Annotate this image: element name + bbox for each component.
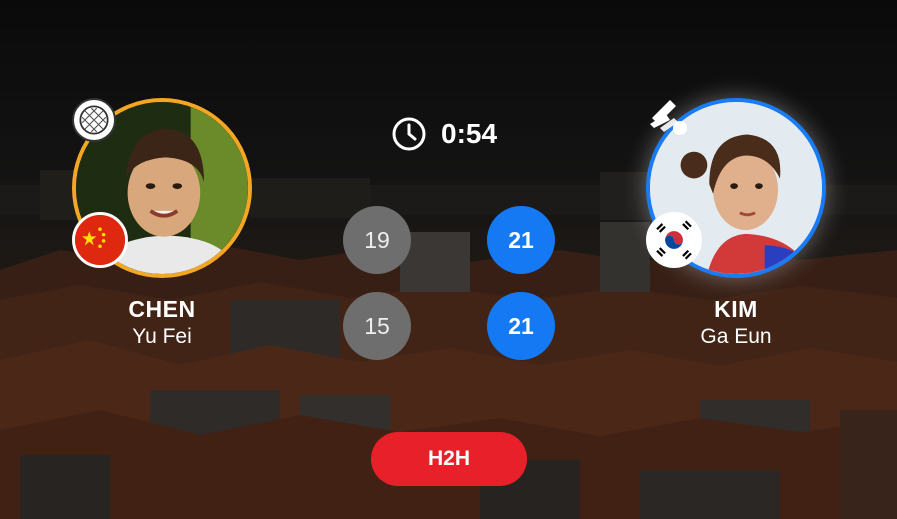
player-right-firstname: Ga Eun bbox=[700, 325, 772, 348]
clock-icon bbox=[391, 116, 427, 152]
player-right-surname: KIM bbox=[714, 296, 758, 322]
game-1-right-score: 21 bbox=[487, 206, 555, 274]
player-left-avatar-group[interactable] bbox=[72, 98, 252, 278]
timer-value: 0:54 bbox=[441, 118, 498, 149]
game-2-left-score: 15 bbox=[343, 292, 411, 360]
game-2-right-score: 21 bbox=[487, 292, 555, 360]
player-right-avatar-group[interactable] bbox=[646, 98, 826, 278]
player-left-name: CHEN Yu Fei bbox=[62, 296, 262, 350]
player-left-firstname: Yu Fei bbox=[132, 325, 192, 348]
game-1-left-score: 19 bbox=[343, 206, 411, 274]
match-timer: 0:54 bbox=[391, 114, 497, 154]
china-flag-icon bbox=[72, 212, 128, 268]
player-right-name: KIM Ga Eun bbox=[636, 296, 836, 350]
shuttlecock-icon bbox=[646, 94, 694, 142]
player-left-surname: CHEN bbox=[128, 296, 196, 322]
racket-icon bbox=[72, 98, 116, 142]
h2h-button[interactable]: H2H bbox=[371, 432, 527, 486]
south-korea-flag-icon bbox=[646, 212, 702, 268]
